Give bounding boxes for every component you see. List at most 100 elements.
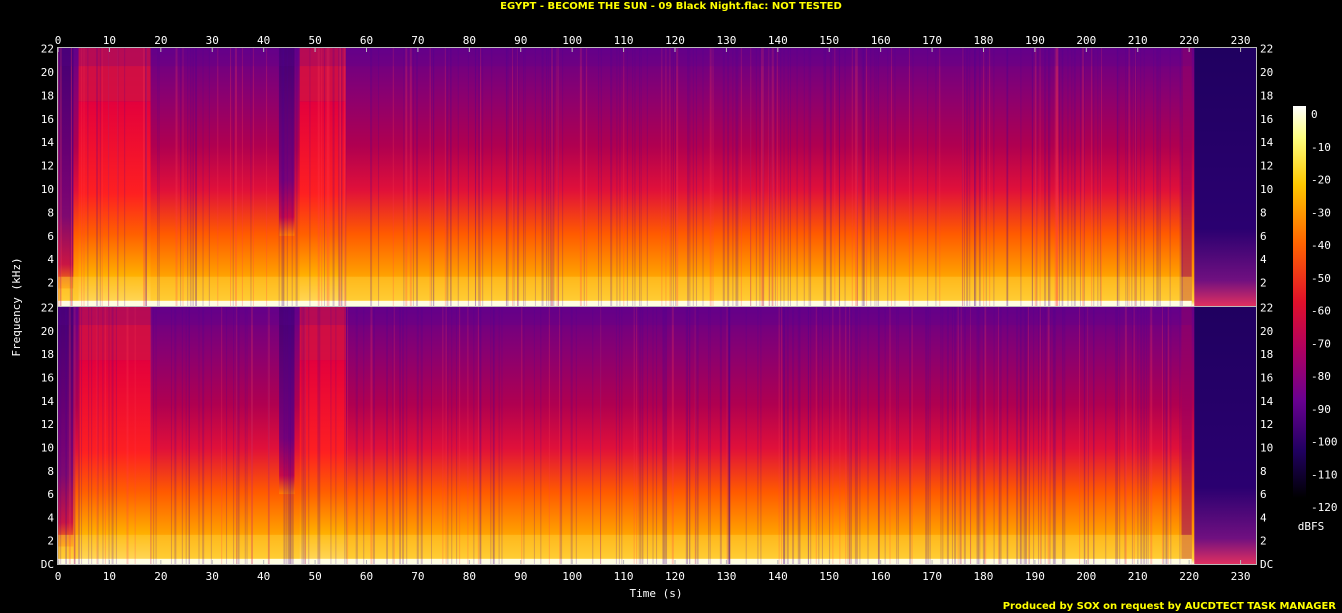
- lowpass-zone: [58, 307, 1192, 326]
- texture-streak: [646, 307, 648, 564]
- x-tick-label-bottom: 170: [922, 570, 942, 583]
- texture-streak: [665, 307, 667, 564]
- texture-streak: [1164, 307, 1166, 564]
- texture-streak: [732, 48, 734, 306]
- texture-streak: [230, 48, 232, 306]
- texture-streak: [319, 307, 321, 564]
- x-tick-label-top: 20: [154, 34, 167, 47]
- texture-streak: [876, 48, 878, 306]
- texture-streak: [1099, 48, 1101, 306]
- texture-streak: [97, 307, 99, 564]
- texture-streak: [559, 307, 561, 564]
- texture-streak: [850, 307, 852, 564]
- spectrogram-chart: EGYPT - BECOME THE SUN - 09 Black Night.…: [10, 1, 1338, 612]
- texture-streak: [999, 307, 1002, 564]
- texture-streak: [1059, 48, 1061, 306]
- texture-streak: [392, 48, 394, 306]
- x-axis-label: Time (s): [630, 587, 683, 600]
- loud-region: [299, 360, 346, 564]
- texture-streak: [1140, 48, 1142, 306]
- texture-streak: [838, 48, 840, 306]
- texture-streak: [866, 48, 868, 306]
- y-tick-label-left: 14: [41, 136, 55, 149]
- texture-streak: [839, 307, 841, 564]
- texture-streak: [393, 307, 395, 564]
- x-tick-label-top: 160: [871, 34, 891, 47]
- texture-streak: [1127, 48, 1129, 306]
- colorbar-tick-label: -20: [1311, 174, 1331, 187]
- texture-streak: [1181, 48, 1183, 306]
- texture-streak: [244, 307, 246, 564]
- texture-streak: [372, 307, 375, 564]
- texture-streak: [480, 48, 482, 306]
- texture-streak: [562, 48, 564, 306]
- y-tick-label-right: 4: [1260, 511, 1267, 524]
- texture-streak: [847, 307, 849, 564]
- x-tick-label-top: 90: [514, 34, 527, 47]
- y-tick-label-right: 18: [1260, 348, 1273, 361]
- texture-streak: [283, 48, 285, 306]
- texture-streak: [1039, 307, 1041, 564]
- x-tick-label-top: 60: [360, 34, 373, 47]
- texture-streak: [646, 48, 648, 306]
- texture-streak: [808, 48, 810, 306]
- texture-streak: [970, 307, 972, 564]
- texture-streak: [70, 48, 72, 306]
- x-tick-label-top: 110: [614, 34, 634, 47]
- texture-streak: [834, 48, 836, 306]
- x-tick-label-top: 180: [974, 34, 994, 47]
- texture-streak: [993, 307, 995, 564]
- texture-streak: [890, 48, 892, 306]
- texture-streak: [709, 48, 712, 306]
- tail-edge: [1181, 307, 1192, 564]
- texture-streak: [1020, 48, 1022, 306]
- texture-streak: [663, 307, 666, 564]
- x-tick-label-top: 50: [308, 34, 321, 47]
- texture-streak: [341, 48, 343, 306]
- texture-streak: [818, 307, 820, 564]
- texture-streak: [887, 48, 889, 306]
- texture-streak: [345, 307, 347, 564]
- texture-streak: [232, 48, 234, 306]
- texture-streak: [1119, 307, 1121, 564]
- texture-streak: [787, 48, 789, 306]
- texture-streak: [983, 48, 985, 306]
- texture-streak: [935, 48, 937, 306]
- texture-streak: [1048, 48, 1050, 306]
- quiet-region: [1194, 307, 1256, 564]
- texture-streak: [760, 307, 762, 564]
- x-tick-label-bottom: 150: [819, 570, 839, 583]
- texture-streak: [783, 307, 786, 564]
- texture-streak: [884, 307, 886, 564]
- texture-streak: [844, 48, 846, 306]
- texture-streak: [512, 48, 514, 306]
- texture-streak: [979, 307, 981, 564]
- texture-streak: [719, 307, 722, 564]
- channel-panel-1: [57, 47, 1257, 307]
- x-tick-label-bottom: 180: [974, 570, 994, 583]
- texture-streak: [878, 307, 880, 564]
- texture-streak: [960, 307, 962, 564]
- texture-streak: [202, 48, 204, 306]
- x-tick-label-bottom: 40: [257, 570, 270, 583]
- texture-streak: [296, 48, 298, 306]
- texture-streak: [702, 48, 704, 306]
- y-tick-label-left: 18: [41, 348, 54, 361]
- texture-streak: [1047, 307, 1050, 564]
- texture-streak: [370, 48, 373, 306]
- texture-streak: [797, 307, 800, 564]
- texture-streak: [494, 307, 496, 564]
- colorbar-tick-label: -40: [1311, 239, 1331, 252]
- texture-streak: [108, 48, 110, 306]
- texture-streak: [405, 48, 408, 306]
- texture-streak: [1147, 307, 1149, 564]
- texture-streak: [246, 307, 248, 564]
- texture-streak: [929, 307, 931, 564]
- y-tick-label-right: 16: [1260, 113, 1273, 126]
- y-tick-label-right: 22: [1260, 43, 1273, 56]
- y-tick-label-left: 12: [41, 160, 54, 173]
- texture-streak: [1079, 48, 1081, 306]
- texture-streak: [524, 48, 526, 306]
- texture-streak: [208, 48, 210, 306]
- texture-streak: [66, 307, 68, 564]
